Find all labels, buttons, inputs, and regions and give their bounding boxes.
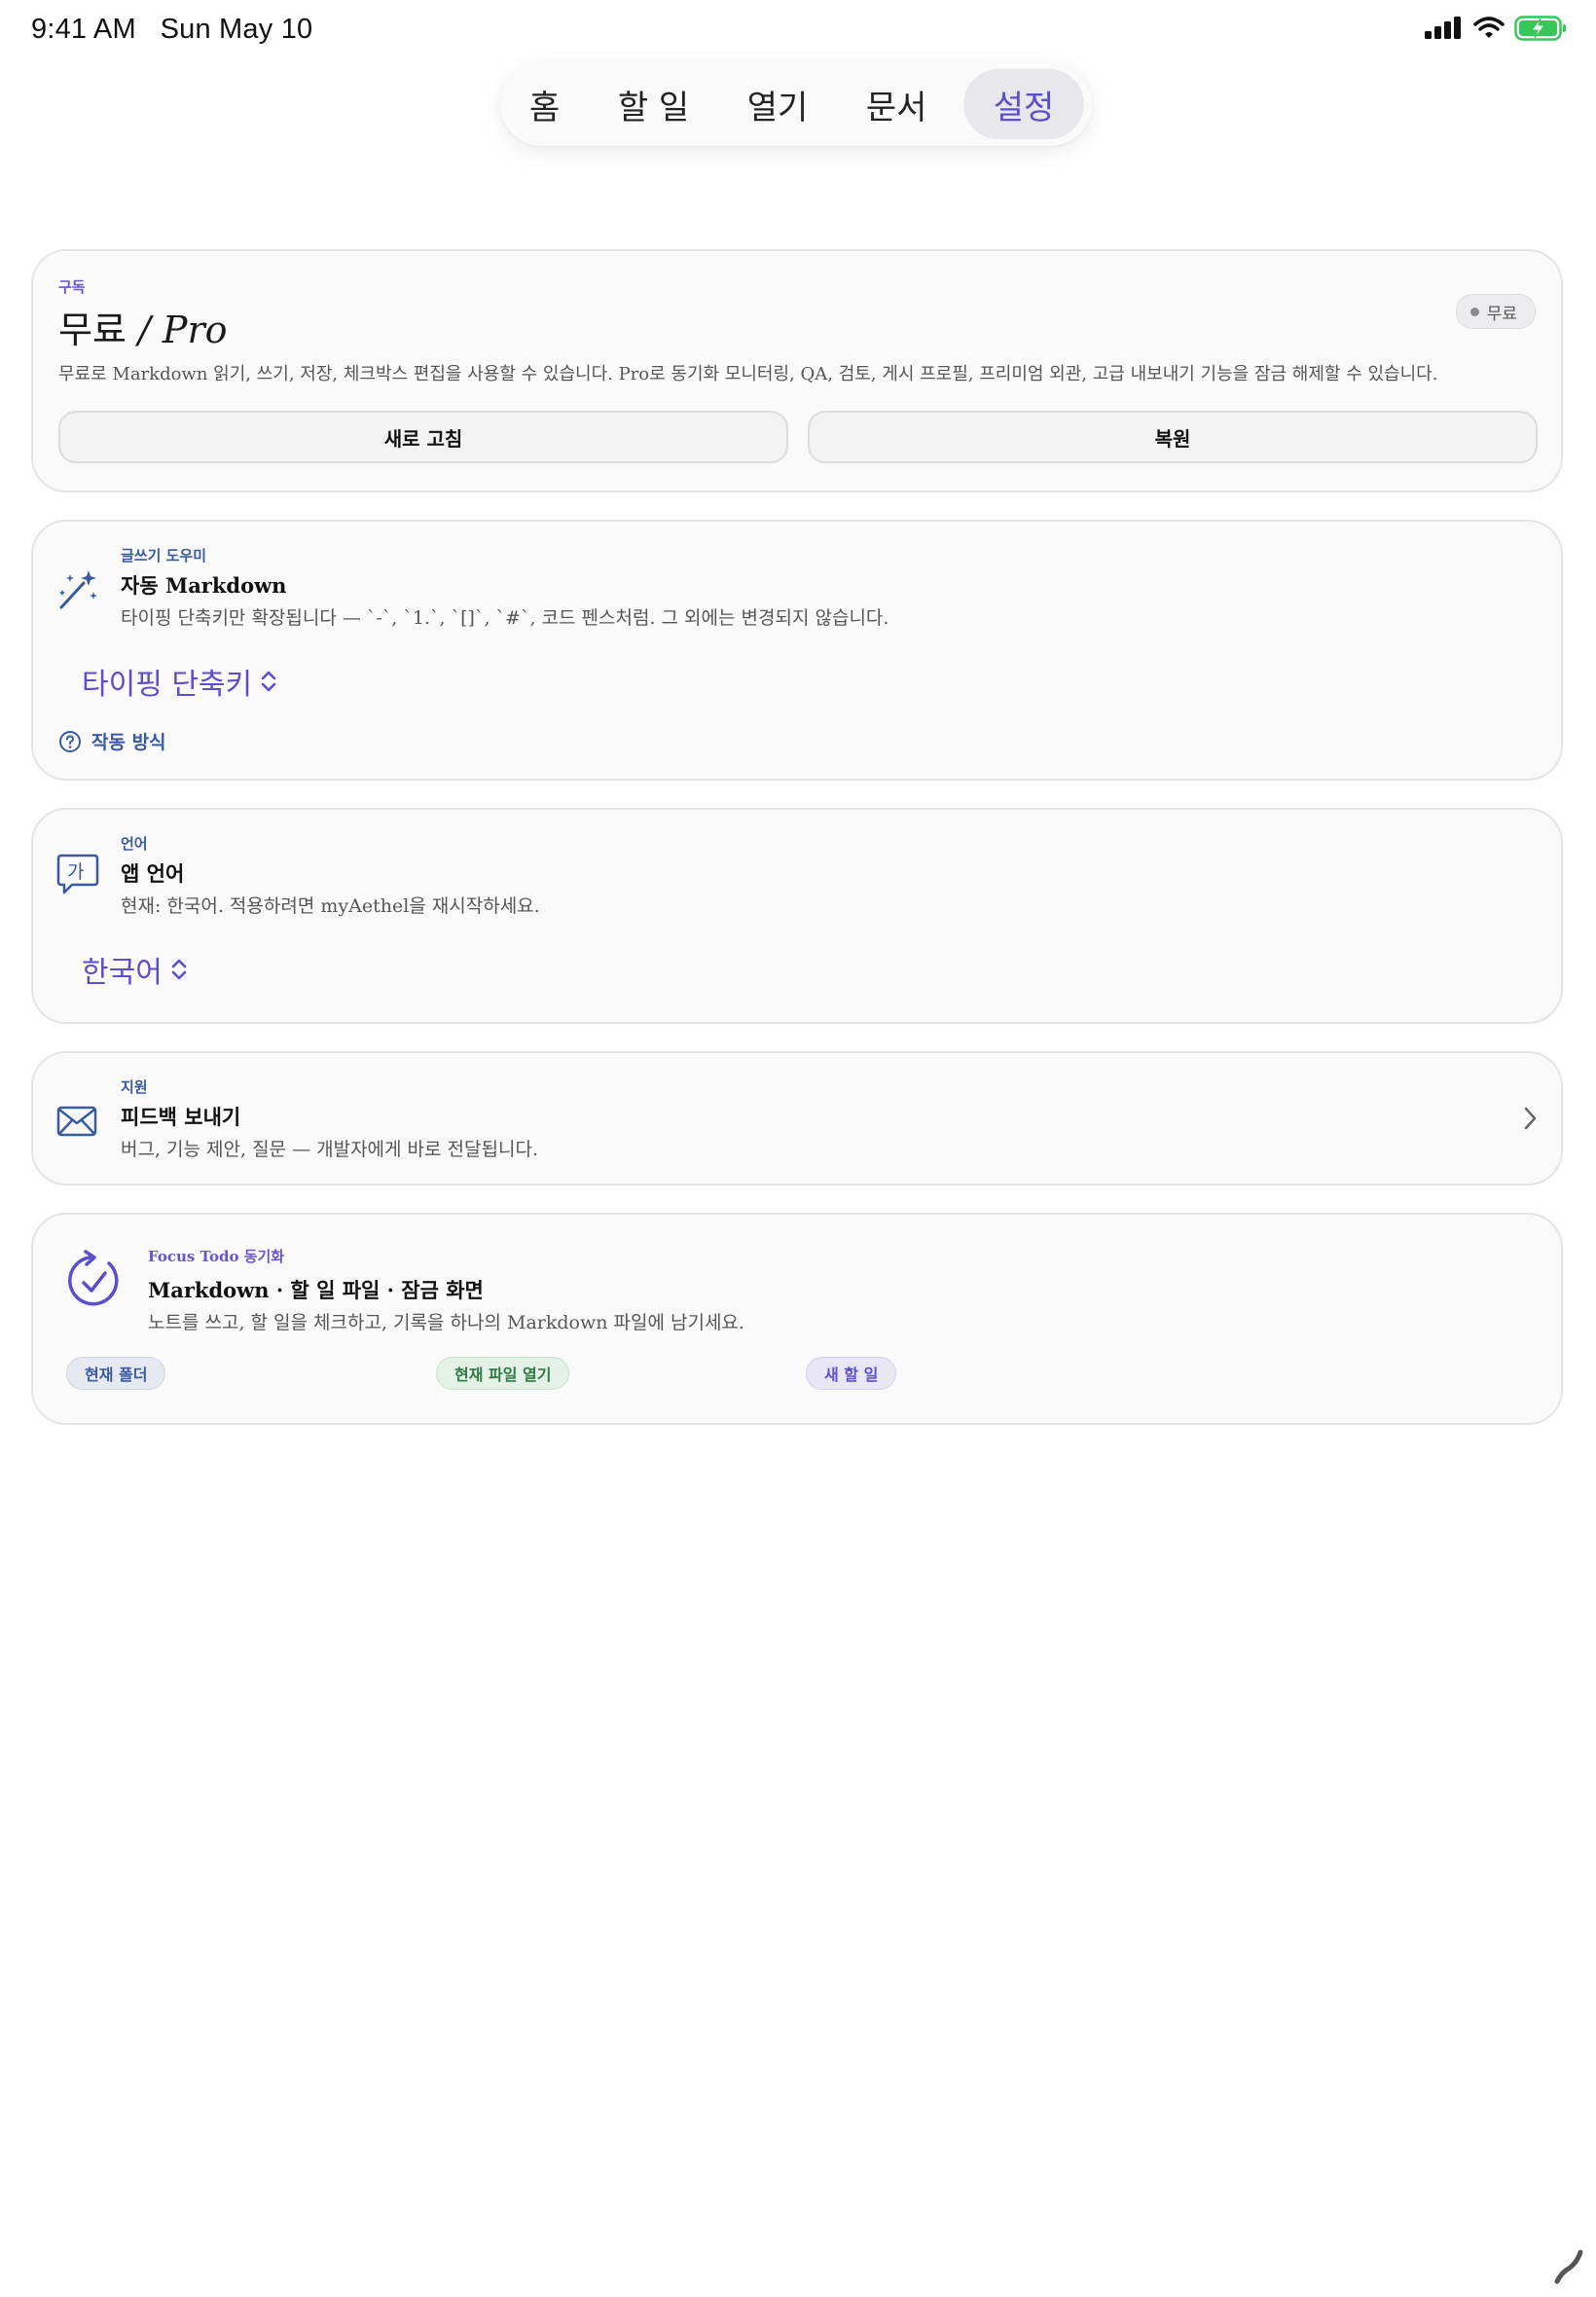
status-time: 9:41 AM Sun May 10 <box>31 14 312 46</box>
focus-todo-sync-card: Focus Todo 동기화 Markdown · 할 일 파일 · 잠금 화면… <box>31 1213 1563 1425</box>
plan-status-label: 무료 <box>1486 304 1517 324</box>
writing-assistant-card: 글쓰기 도우미 자동 Markdown 타이핑 단축키만 확장됩니다 — `-`… <box>31 520 1563 781</box>
subscription-description: 무료로 Markdown 읽기, 쓰기, 저장, 체크박스 편집을 사용할 수 … <box>58 364 1438 384</box>
sync-eyebrow: Focus Todo 동기화 <box>148 1248 285 1265</box>
subscription-title-plain: 무료 <box>58 309 127 351</box>
clock-time: 9:41 AM <box>31 14 136 45</box>
typing-shortcut-picker[interactable]: 타이핑 단축키 <box>82 660 277 703</box>
status-bar: 9:41 AM Sun May 10 <box>0 0 1596 60</box>
restore-button[interactable]: 복원 <box>808 411 1538 463</box>
tab-open[interactable]: 열기 <box>726 69 830 139</box>
tab-home[interactable]: 홈 <box>508 69 581 139</box>
question-circle-icon <box>59 730 81 752</box>
typing-shortcut-value: 타이핑 단축키 <box>82 668 253 702</box>
support-title: 피드백 보내기 <box>121 1106 241 1129</box>
scroll-indicator-icon[interactable] <box>1551 2248 1590 2287</box>
sync-description: 노트를 쓰고, 할 일을 체크하고, 기록을 하나의 Markdown 파일에 … <box>148 1312 744 1333</box>
language-bubble-icon: 가 <box>56 853 99 895</box>
current-folder-chip[interactable]: 현재 폴더 <box>66 1357 166 1390</box>
battery-charging-icon <box>1514 16 1566 41</box>
status-dot-icon <box>1469 307 1479 316</box>
tab-settings[interactable]: 설정 <box>962 69 1084 139</box>
plan-status-badge: 무료 <box>1455 294 1536 329</box>
subscription-title: 무료 / Pro <box>58 300 228 353</box>
wifi-icon <box>1473 17 1505 38</box>
language-eyebrow: 언어 <box>121 835 148 853</box>
writing-description: 타이핑 단축키만 확장됩니다 — `-`, `1.`, `[]`, `#`, 코… <box>121 607 889 629</box>
tab-todo[interactable]: 할 일 <box>597 69 710 139</box>
magic-wand-icon <box>59 570 97 609</box>
language-glyph: 가 <box>67 861 85 883</box>
chevron-up-down-icon <box>261 671 276 692</box>
writing-eyebrow: 글쓰기 도우미 <box>121 547 207 565</box>
language-picker[interactable]: 한국어 <box>82 948 188 991</box>
envelope-icon <box>56 1106 97 1137</box>
language-title: 앱 언어 <box>121 862 185 886</box>
how-it-works-link[interactable]: 작동 방식 <box>58 728 166 754</box>
language-card: 가 언어 앱 언어 현재: 한국어. 적용하려면 myAethel을 재시작하세… <box>31 808 1563 1024</box>
status-indicators <box>1425 16 1567 41</box>
language-description: 현재: 한국어. 적용하려면 myAethel을 재시작하세요. <box>121 895 540 917</box>
writing-title: 자동 Markdown <box>121 573 287 598</box>
refresh-button[interactable]: 새로 고침 <box>58 411 788 463</box>
how-it-works-label: 작동 방식 <box>91 732 166 753</box>
clock-date: Sun May 10 <box>160 14 313 45</box>
support-eyebrow: 지원 <box>121 1078 148 1096</box>
sync-title: Markdown · 할 일 파일 · 잠금 화면 <box>148 1278 484 1302</box>
cellular-signal-icon <box>1425 17 1461 39</box>
tab-documents[interactable]: 문서 <box>845 69 949 139</box>
feedback-card[interactable]: 지원 피드백 보내기 버그, 기능 제안, 질문 — 개발자에게 바로 전달됩니… <box>31 1051 1563 1185</box>
tab-bar: 홈 할 일 열기 문서 설정 <box>500 62 1092 146</box>
subscription-title-pro: / Pro <box>138 309 228 351</box>
new-todo-chip[interactable]: 새 할 일 <box>806 1357 897 1390</box>
sync-check-icon <box>68 1250 119 1306</box>
open-current-file-chip[interactable]: 현재 파일 열기 <box>436 1357 570 1390</box>
chevron-right-icon <box>1524 1107 1537 1130</box>
support-description: 버그, 기능 제안, 질문 — 개발자에게 바로 전달됩니다. <box>121 1139 538 1160</box>
language-picker-value: 한국어 <box>82 956 163 990</box>
chevron-up-down-icon <box>171 959 187 980</box>
subscription-card: 구독 무료 / Pro 무료 무료로 Markdown 읽기, 쓰기, 저장, … <box>31 249 1563 492</box>
subscription-eyebrow: 구독 <box>58 278 86 296</box>
